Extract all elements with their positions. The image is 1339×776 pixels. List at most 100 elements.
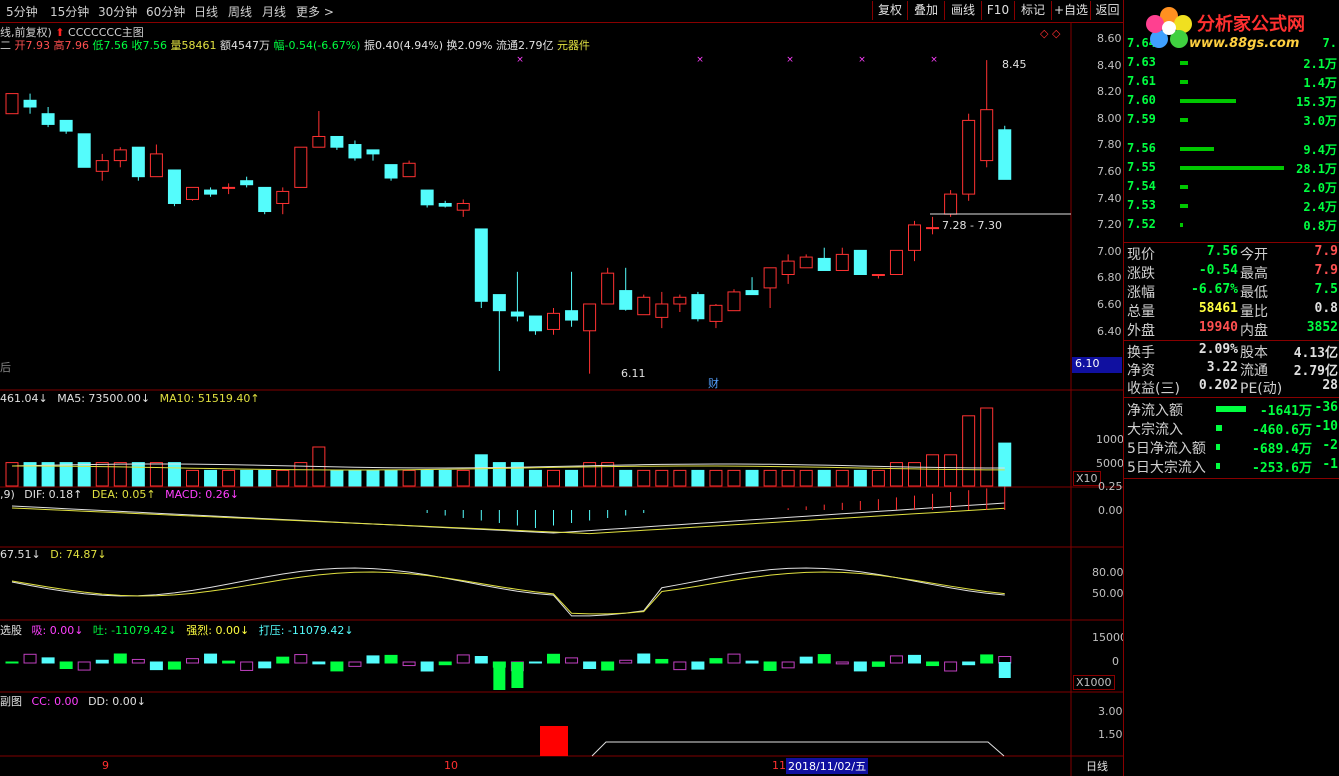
period-label[interactable]: 日线 (1086, 758, 1108, 774)
flow-bar (962, 661, 976, 666)
finance-marker[interactable]: 财 (708, 375, 719, 391)
high-label: 8.45 (1002, 58, 1027, 71)
stat-label-2: 内盘 (1240, 323, 1268, 339)
candlesticks (5, 60, 1012, 374)
quote-price: 7.60 (1127, 93, 1156, 107)
tab-5min[interactable]: 5分钟 (6, 3, 38, 20)
quote-volume-bar (1180, 166, 1284, 170)
mark-button[interactable]: 标记 (1014, 1, 1051, 20)
flow-bar (781, 661, 795, 669)
stat-row: 外盘 19940 内盘 3852 (1124, 320, 1339, 339)
cc-axis-3: 3.00 (1098, 705, 1123, 718)
flow-bar (799, 656, 813, 664)
stat-label: 总量 (1127, 304, 1155, 320)
flow-bar (619, 659, 633, 664)
volume-bar (745, 469, 759, 487)
volume-bar (456, 469, 470, 487)
flow-bar (474, 656, 488, 664)
flow-bar (167, 661, 181, 670)
flow-bar (926, 661, 940, 667)
quote-volume-bar (1180, 223, 1183, 227)
current-price-tag: 6.10 (1072, 357, 1122, 373)
price-tick-label: 8.40 (1097, 58, 1122, 72)
tab-weekly[interactable]: 周线 (228, 3, 252, 20)
quote-price: 7.63 (1127, 55, 1156, 69)
volume-bar (167, 462, 181, 487)
flow-bar (998, 662, 1011, 678)
signal-x-mark: × (858, 55, 866, 65)
stat-label-2: PE(动) (1240, 381, 1283, 397)
stat-label-2: 今开 (1240, 247, 1268, 263)
tab-monthly[interactable]: 月线 (262, 3, 286, 20)
quote-volume-bar (1180, 118, 1188, 122)
flow-bar (77, 661, 91, 671)
candle-body (59, 119, 73, 132)
quote-volume-bar (1180, 185, 1188, 189)
overlay-button[interactable]: 叠加 (907, 1, 944, 20)
tab-daily[interactable]: 日线 (194, 3, 218, 20)
tab-more[interactable]: 更多 > (296, 3, 334, 20)
quote-level: 7.61 1.4万 (1124, 74, 1339, 92)
flow-bar (420, 661, 434, 672)
flow-bar (113, 653, 127, 664)
flow-bar (222, 660, 236, 664)
flow-value-2: -36 (1314, 400, 1338, 415)
tab-30min[interactable]: 30分钟 (98, 3, 137, 20)
stat-value: 19940 (1198, 320, 1238, 335)
price-tick-label: 6.60 (1097, 298, 1122, 311)
cc-value: CC: 0.00 (31, 695, 79, 708)
candle-body (204, 189, 218, 195)
volume-legend: 461.04↓ MA5: 73500.00↓ MA10: 51519.40↑ (0, 392, 260, 405)
candle-body (294, 146, 308, 188)
flow-bar (294, 654, 308, 664)
logo-title: 分析家公式网 (1197, 14, 1305, 35)
flow-bar (944, 661, 958, 672)
adjust-button[interactable]: 复权 (872, 1, 907, 20)
volume-bar (853, 469, 867, 487)
candle-body (492, 294, 506, 312)
dd-line (591, 741, 1005, 757)
candle-body (5, 93, 19, 115)
f10-button[interactable]: F10 (981, 1, 1014, 20)
flow-bar (889, 655, 903, 664)
flow-label: 5日净流入额 (1127, 441, 1206, 457)
tab-60min[interactable]: 60分钟 (146, 3, 185, 20)
back-button[interactable]: 返回 (1090, 1, 1124, 20)
tab-15min[interactable]: 15分钟 (50, 3, 89, 20)
flow-scale: X1000 (1073, 675, 1115, 690)
volume-bar (474, 454, 488, 487)
volume-bar (691, 469, 705, 487)
flow-bar (493, 662, 506, 690)
stat-label-2: 量比 (1240, 304, 1268, 320)
stat-label: 换手 (1127, 345, 1155, 361)
volume-bar (799, 469, 813, 487)
draw-button[interactable]: 画线 (944, 1, 981, 20)
candle-body (149, 153, 163, 178)
candle-body (438, 202, 452, 207)
flow-value-2: -2 (1322, 438, 1338, 453)
indicator-lines (5, 463, 1012, 757)
macd-dif: DIF: 0.18↑ (24, 488, 83, 501)
candle-body (691, 294, 705, 320)
flow-value-2: -1 (1322, 457, 1338, 472)
quote-volume: 0.8万 (1303, 219, 1337, 233)
candle-body (817, 257, 831, 271)
volume-bars (5, 407, 1012, 487)
quote-level: 7.63 2.1万 (1124, 55, 1339, 73)
stat-label-2: 股本 (1240, 345, 1268, 361)
flow-row: 净流入额 -1641万 -36 (1124, 400, 1339, 419)
flow-bar (547, 653, 560, 664)
add-watchlist-button[interactable]: +自选 (1051, 1, 1090, 20)
volume-bar (420, 469, 434, 487)
quote-volume-bar (1180, 80, 1188, 84)
flow-row: 5日大宗流入 -253.6万 -1 (1124, 457, 1339, 476)
candle-body (131, 146, 145, 178)
stat-label: 涨幅 (1127, 285, 1155, 301)
candle-body (167, 169, 181, 204)
stat-value-2: 3852 (1306, 320, 1338, 335)
candle-body (384, 164, 398, 179)
logo-url: www.88gs.com (1189, 36, 1300, 51)
volume-bar (204, 469, 218, 487)
candle-body (276, 190, 290, 204)
vol-axis-5000: 5000 (1096, 457, 1124, 470)
